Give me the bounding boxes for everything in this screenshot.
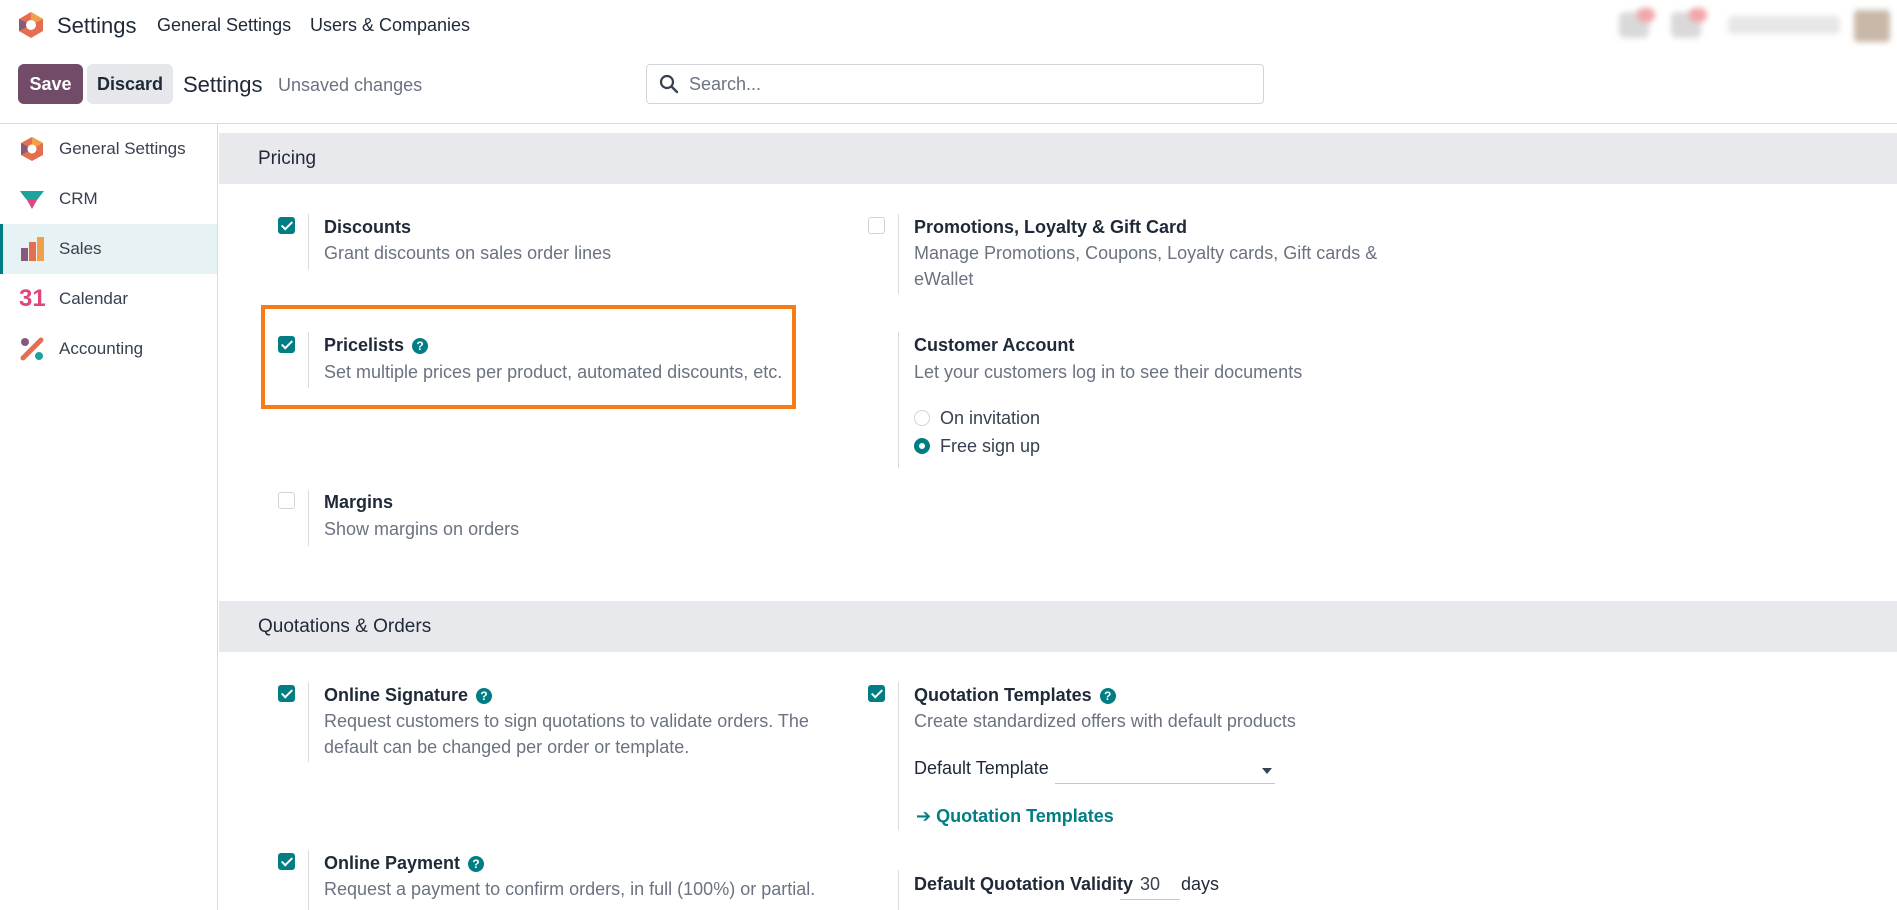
user-avatar[interactable] [1854,10,1890,42]
online-signature-description-line2: default can be changed per order or temp… [324,737,690,757]
quotation-validity-unit: days [1181,874,1220,894]
sidebar-item-label: Sales [59,239,102,258]
discounts-title: Discounts [324,217,412,237]
help-icon[interactable]: ? [412,338,429,354]
messaging-badge [1689,8,1707,22]
help-icon[interactable]: ? [476,688,493,704]
menu-users-companies[interactable]: Users & Companies [310,15,470,36]
customer-account-description: Let your customers log in to see their d… [914,362,1303,382]
online-payment-description-line1: Request a payment to confirm orders, in … [324,879,816,899]
input-underline [1120,899,1180,900]
promotions-title: Promotions, Loyalty & Gift Card [914,217,1188,237]
app-title: Settings [57,13,137,38]
pricelists-highlight [261,305,796,409]
divider [898,870,899,910]
quotation-templates-title-text: Quotation Templates [914,685,1092,705]
search-box[interactable] [646,64,1264,104]
divider [308,332,309,388]
margins-description: Show margins on orders [324,519,520,539]
promotions-description-line1: Manage Promotions, Coupons, Loyalty card… [914,243,1378,263]
promotions-description-line2: eWallet [914,269,974,289]
unsaved-status: Unsaved changes [278,75,423,95]
sidebar-item-label: General Settings [59,139,186,158]
pricelists-title: Pricelists? [324,335,429,356]
section-title: Quotations & Orders [258,616,432,637]
divider [0,123,1897,124]
crm-icon [20,191,44,209]
divider [898,682,899,830]
divider [308,850,309,910]
chevron-down-icon[interactable] [1262,768,1272,774]
pricelists-title-text: Pricelists [324,335,405,355]
online-signature-title-text: Online Signature [324,685,469,705]
online-signature-description-line1: Request customers to sign quotations to … [324,711,809,731]
radio-on-invitation[interactable] [914,410,930,426]
margins-title: Margins [324,492,394,512]
online-signature-checkbox[interactable] [278,685,295,702]
sidebar-item-crm[interactable]: CRM [0,174,217,224]
online-signature-title: Online Signature? [324,685,493,706]
settings-sidebar: General Settings CRM Sales 31 Calendar A… [0,124,218,910]
sidebar-item-label: CRM [59,189,98,208]
calendar-icon: 31 [19,285,46,312]
customer-account-title: Customer Account [914,335,1075,355]
section-header-quotations-orders: Quotations & Orders [219,601,1897,652]
quotation-templates-link[interactable]: ➔ Quotation Templates [916,806,1114,827]
select-underline [1055,783,1275,784]
sidebar-item-sales[interactable]: Sales [0,224,217,274]
quotation-templates-description: Create standardized offers with default … [914,711,1296,731]
radio-label-on-invitation: On invitation [940,408,1041,428]
discounts-description: Grant discounts on sales order lines [324,243,612,263]
quotation-validity-input[interactable]: 30 [1122,874,1178,895]
quotation-templates-checkbox[interactable] [868,685,885,702]
search-icon [659,74,679,94]
promotions-checkbox[interactable] [868,217,885,234]
sidebar-item-calendar[interactable]: 31 Calendar [0,274,217,324]
discard-button[interactable]: Discard [87,64,173,104]
section-header-pricing: Pricing [219,133,1897,184]
sales-icon [21,237,44,261]
divider [308,214,309,270]
help-icon[interactable]: ? [468,856,485,872]
general-settings-icon [21,137,43,161]
margins-checkbox[interactable] [278,492,295,509]
sidebar-item-accounting[interactable]: Accounting [0,324,217,374]
company-switcher[interactable] [1728,16,1840,34]
online-payment-title-text: Online Payment [324,853,461,873]
divider [898,332,899,468]
section-title: Pricing [258,148,317,169]
accounting-icon [20,337,44,361]
pricelists-checkbox[interactable] [278,336,295,353]
quotation-templates-link-text: Quotation Templates [936,806,1114,826]
default-template-label: Default Template [914,758,1049,778]
odoo-apps-icon[interactable] [17,11,45,39]
online-payment-title: Online Payment? [324,853,485,874]
activity-badge [1637,8,1655,22]
menu-general-settings[interactable]: General Settings [157,15,291,36]
arrow-right-icon: ➔ [916,806,937,826]
quotation-validity-label: Default Quotation Validity [914,874,1134,894]
save-button[interactable]: Save [18,64,83,104]
divider [898,214,899,294]
divider [308,682,309,762]
divider [308,490,309,546]
discounts-checkbox[interactable] [278,217,295,234]
sidebar-item-label: Accounting [59,339,144,358]
default-template-select[interactable] [1058,758,1268,782]
help-icon[interactable]: ? [1099,688,1116,704]
page-title: Settings [183,72,263,97]
sidebar-item-general-settings[interactable]: General Settings [0,124,217,174]
top-navbar: Settings General Settings Users & Compan… [0,0,1897,52]
sidebar-item-label: Calendar [59,289,128,308]
radio-free-sign-up[interactable] [914,438,930,454]
online-payment-checkbox[interactable] [278,853,295,870]
search-input[interactable] [689,73,1249,95]
radio-label-free-sign-up: Free sign up [940,436,1041,456]
pricelists-description: Set multiple prices per product, automat… [324,362,783,382]
quotation-templates-title: Quotation Templates? [914,685,1116,706]
